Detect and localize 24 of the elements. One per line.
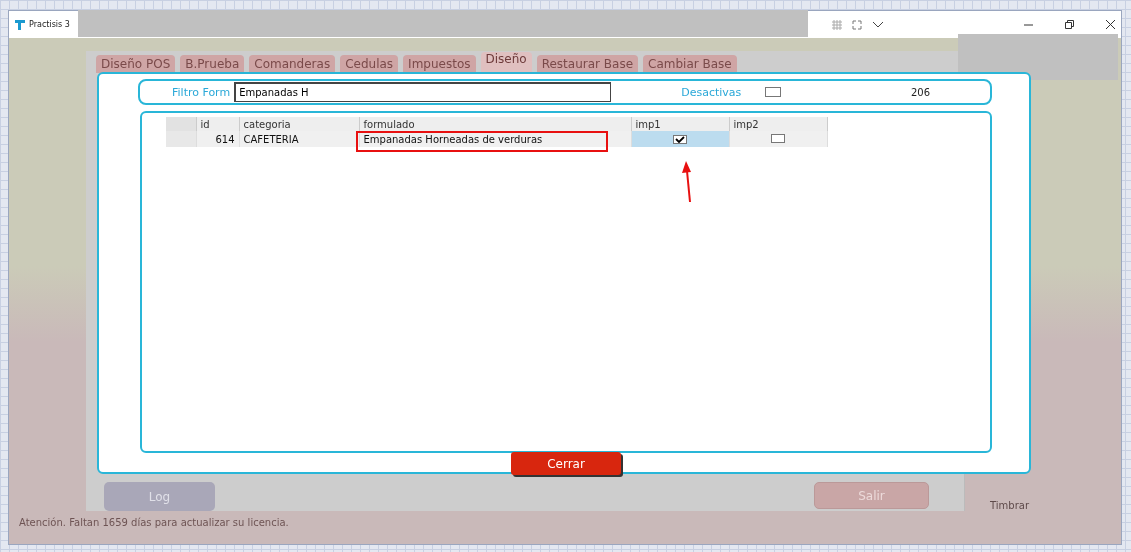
- filter-label: Filtro Form: [172, 85, 231, 99]
- table-cell: 614: [196, 131, 239, 147]
- column-header: categoria: [239, 117, 359, 131]
- tab[interactable]: B.Prueba: [180, 55, 245, 73]
- tab[interactable]: Impuestos: [403, 55, 476, 73]
- column-header: imp2: [729, 117, 827, 131]
- tab[interactable]: Cambiar Base: [643, 55, 737, 73]
- close-button[interactable]: Cerrar: [511, 452, 621, 475]
- tab[interactable]: Diseño: [480, 52, 532, 73]
- inactive-label: Desactivas: [681, 85, 742, 99]
- log-button[interactable]: Log: [104, 482, 215, 511]
- tab[interactable]: Comanderas: [249, 55, 336, 73]
- tab[interactable]: Cedulas: [340, 55, 399, 73]
- record-count: 206: [910, 86, 930, 98]
- tab[interactable]: Restaurar Base: [536, 55, 638, 73]
- table-cell: CAFETERIA: [239, 131, 359, 147]
- column-header: imp1: [631, 117, 729, 131]
- filter-field[interactable]: Empanadas H: [234, 82, 612, 102]
- license-notice: Atención. Faltan 1659 días para actualizar su licencia.: [19, 517, 289, 528]
- side-label: Timbrar: [990, 500, 1030, 511]
- column-header: id: [196, 117, 239, 131]
- window-title: Practisis 3: [29, 20, 70, 29]
- column-header: formulado: [359, 117, 631, 131]
- tab[interactable]: Diseño POS: [96, 55, 176, 73]
